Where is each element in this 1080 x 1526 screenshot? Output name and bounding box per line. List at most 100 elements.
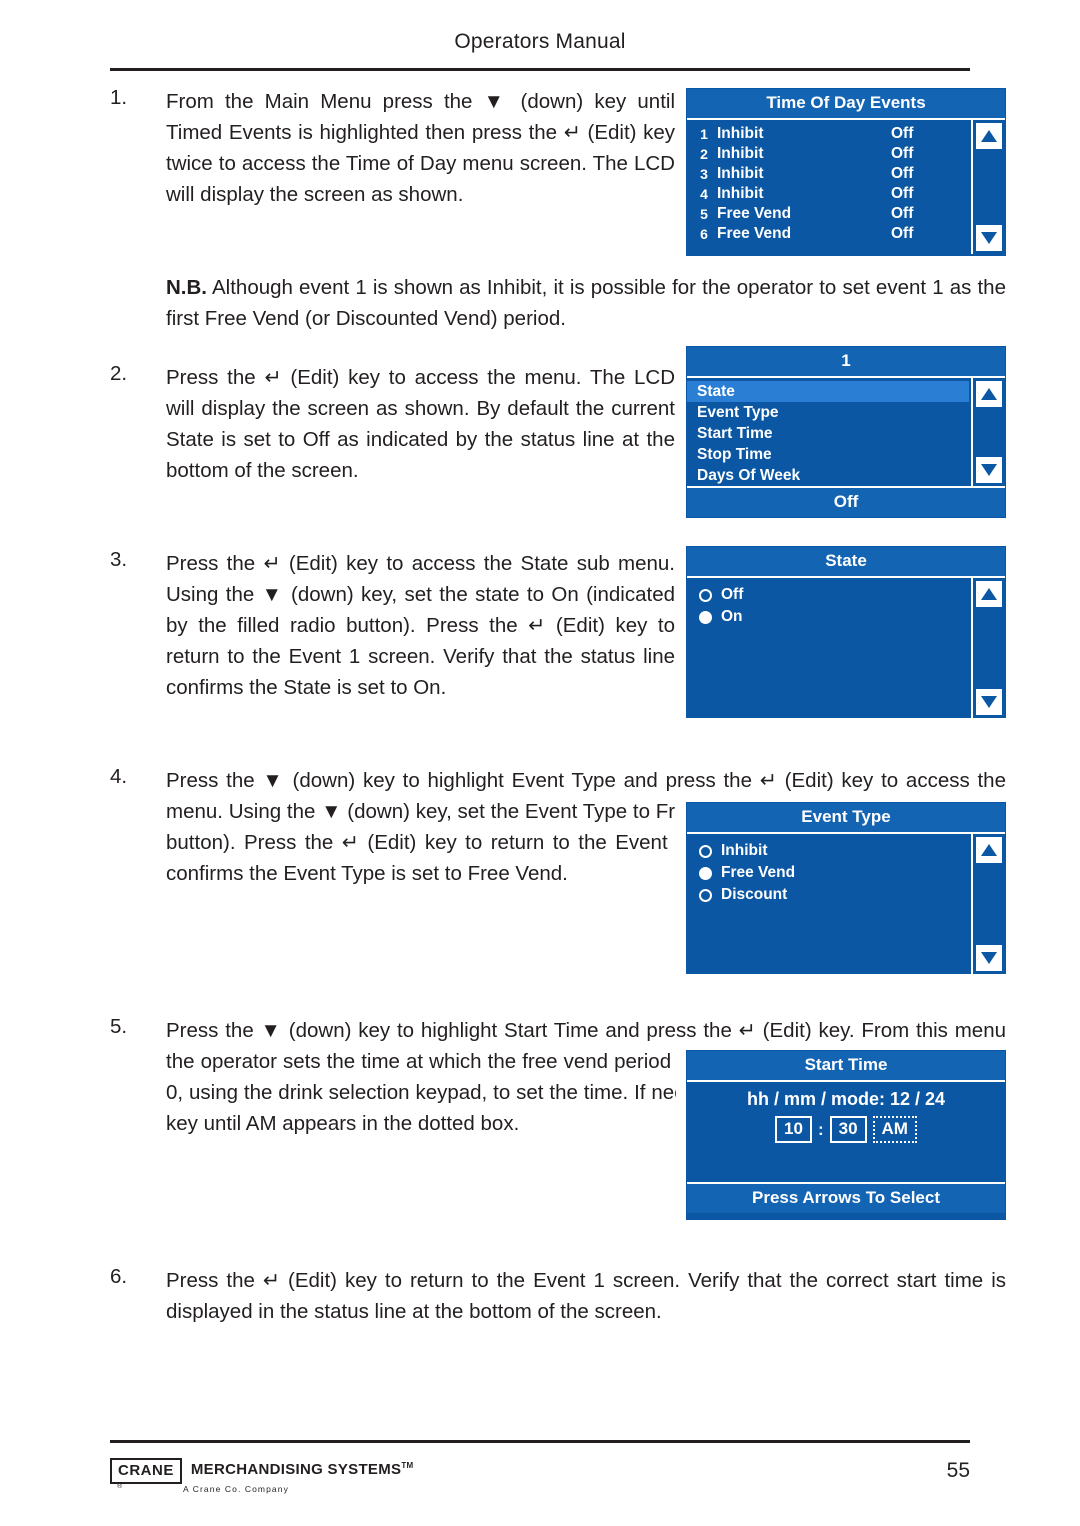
radio-option-inhibit[interactable]: Inhibit bbox=[687, 840, 969, 862]
note-label: N.B. bbox=[166, 276, 207, 299]
lcd-event-1: 1 State Event Type Start Time Stop Time … bbox=[686, 346, 1006, 518]
row-label: Free Vend bbox=[717, 205, 792, 222]
row-label: Inhibit bbox=[717, 185, 764, 202]
time-colon: : bbox=[817, 1119, 824, 1139]
row-value: Off bbox=[891, 205, 914, 222]
table-row[interactable]: 3 Inhibit Off bbox=[691, 164, 969, 184]
triangle-down-icon[interactable] bbox=[976, 945, 1002, 971]
radio-icon bbox=[699, 588, 712, 602]
menu-item-stop-time[interactable]: Stop Time bbox=[687, 444, 969, 465]
row-label: Inhibit bbox=[717, 165, 764, 182]
triangle-up-icon[interactable] bbox=[976, 123, 1002, 149]
row-index: 4 bbox=[700, 186, 708, 202]
lcd-event-type: Event Type Inhibit Free Vend Discount bbox=[686, 802, 1006, 974]
header-divider bbox=[110, 68, 970, 71]
step-2: 2. Press the ↵ (Edit) key to access the … bbox=[110, 362, 675, 486]
lcd-event-type-scrollbar[interactable] bbox=[971, 834, 1005, 974]
am-pm-field[interactable]: AM bbox=[872, 1116, 917, 1143]
table-row[interactable]: 2 Inhibit Off bbox=[691, 144, 969, 164]
lcd-tod-scrollbar[interactable] bbox=[971, 120, 1005, 254]
radio-filled-icon bbox=[699, 610, 712, 624]
table-row[interactable]: 6 Free Vend Off bbox=[691, 224, 969, 244]
radio-icon bbox=[699, 888, 712, 902]
row-index: 5 bbox=[700, 206, 708, 222]
lcd-event-type-body: Inhibit Free Vend Discount bbox=[687, 834, 1005, 974]
row-index: 6 bbox=[700, 226, 708, 242]
radio-label: Discount bbox=[721, 886, 788, 903]
step-6: 6. Press the ↵ (Edit) key to return to t… bbox=[110, 1265, 1006, 1327]
radio-option-off[interactable]: Off bbox=[687, 584, 969, 606]
trademark-symbol: TM bbox=[401, 1461, 414, 1470]
row-label: Inhibit bbox=[717, 145, 764, 162]
triangle-down-icon[interactable] bbox=[976, 689, 1002, 715]
step-2-number: 2. bbox=[110, 362, 128, 385]
registered-symbol: ® bbox=[117, 1483, 123, 1490]
row-value: Off bbox=[891, 145, 914, 162]
triangle-down-icon[interactable] bbox=[976, 457, 1002, 483]
note-block: N.B. Although event 1 is shown as Inhibi… bbox=[166, 272, 1006, 334]
radio-icon bbox=[699, 844, 712, 858]
lcd-event-type-title: Event Type bbox=[687, 803, 1005, 834]
row-label: Free Vend bbox=[717, 225, 792, 242]
radio-filled-icon bbox=[699, 866, 712, 880]
lcd-state-title: State bbox=[687, 547, 1005, 578]
brand-name: CRANE bbox=[110, 1458, 182, 1484]
lcd-tod-body: 1 Inhibit Off 2 Inhibit Off 3 Inhibit Of… bbox=[687, 120, 1005, 254]
radio-option-on[interactable]: On bbox=[687, 606, 969, 628]
radio-label: Free Vend bbox=[721, 864, 796, 881]
triangle-up-icon[interactable] bbox=[976, 381, 1002, 407]
footer-divider bbox=[110, 1440, 970, 1443]
triangle-up-icon[interactable] bbox=[976, 837, 1002, 863]
lcd-start-time: Start Time hh / mm / mode: 12 / 24 10 : … bbox=[686, 1050, 1006, 1220]
lcd-state-scrollbar[interactable] bbox=[971, 578, 1005, 718]
step-3-text: Press the ↵ (Edit) key to access the Sta… bbox=[166, 552, 675, 699]
radio-option-free-vend[interactable]: Free Vend bbox=[687, 862, 969, 884]
step-5-number: 5. bbox=[110, 1015, 128, 1038]
minutes-field[interactable]: 30 bbox=[829, 1116, 867, 1143]
step-1-number: 1. bbox=[110, 86, 128, 109]
step-3-number: 3. bbox=[110, 548, 128, 571]
step-1: 1. From the Main Menu press the ▼ (down)… bbox=[110, 86, 675, 210]
page-number: 55 bbox=[946, 1459, 970, 1482]
lcd-start-time-body: hh / mm / mode: 12 / 24 10 : 30 AM bbox=[687, 1082, 1005, 1182]
manual-page: Operators Manual 1. From the Main Menu p… bbox=[0, 0, 1080, 1526]
lcd-event1-status: Off bbox=[687, 486, 1005, 517]
row-value: Off bbox=[891, 225, 914, 242]
lcd-time-of-day-events: Time Of Day Events 1 Inhibit Off 2 Inhib… bbox=[686, 88, 1006, 256]
brand-subline: A Crane Co. Company bbox=[183, 1484, 289, 1494]
triangle-up-icon[interactable] bbox=[976, 581, 1002, 607]
radio-option-discount[interactable]: Discount bbox=[687, 884, 969, 906]
row-value: Off bbox=[891, 165, 914, 182]
page-header-title: Operators Manual bbox=[454, 30, 626, 53]
lcd-event1-title: 1 bbox=[687, 347, 1005, 378]
radio-label: Inhibit bbox=[721, 842, 768, 859]
note-text: Although event 1 is shown as Inhibit, it… bbox=[166, 276, 1006, 330]
row-index: 3 bbox=[700, 166, 708, 182]
step-1-text: From the Main Menu press the ▼ (down) ke… bbox=[166, 90, 675, 206]
lcd-event1-body: State Event Type Start Time Stop Time Da… bbox=[687, 378, 1005, 486]
row-value: Off bbox=[891, 125, 914, 142]
menu-item-start-time[interactable]: Start Time bbox=[687, 423, 969, 444]
lcd-start-time-title: Start Time bbox=[687, 1051, 1005, 1082]
lcd-state: State Off On bbox=[686, 546, 1006, 718]
lcd-tod-title: Time Of Day Events bbox=[687, 89, 1005, 120]
table-row[interactable]: 5 Free Vend Off bbox=[691, 204, 969, 224]
menu-item-event-type[interactable]: Event Type bbox=[687, 402, 969, 423]
table-row[interactable]: 1 Inhibit Off bbox=[691, 124, 969, 144]
row-index: 2 bbox=[700, 146, 708, 162]
step-6-number: 6. bbox=[110, 1265, 128, 1288]
hours-field[interactable]: 10 bbox=[775, 1116, 812, 1143]
radio-label: On bbox=[721, 608, 743, 625]
step-2-text: Press the ↵ (Edit) key to access the men… bbox=[166, 366, 675, 482]
table-row[interactable]: 4 Inhibit Off bbox=[691, 184, 969, 204]
radio-label: Off bbox=[721, 586, 744, 603]
menu-item-days-of-week[interactable]: Days Of Week bbox=[687, 465, 969, 486]
lcd-state-body: Off On bbox=[687, 578, 1005, 718]
row-index: 1 bbox=[700, 126, 708, 142]
lcd-event1-scrollbar[interactable] bbox=[971, 378, 1005, 486]
triangle-down-icon[interactable] bbox=[976, 225, 1002, 251]
step-3: 3. Press the ↵ (Edit) key to access the … bbox=[110, 548, 675, 703]
brand-logo: CRANE MERCHANDISING SYSTEMSTM bbox=[110, 1458, 413, 1484]
menu-item-state[interactable]: State bbox=[687, 381, 969, 402]
row-value: Off bbox=[891, 185, 914, 202]
